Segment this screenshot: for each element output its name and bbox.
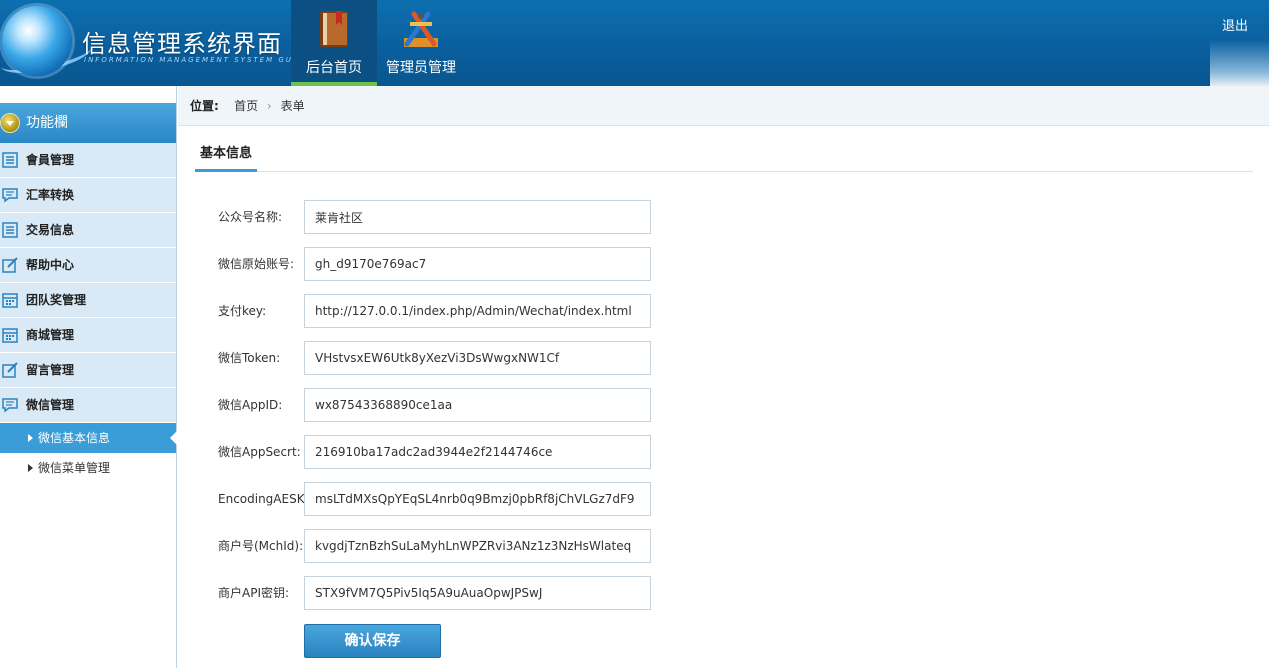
field-label: 微信Token:: [218, 351, 281, 365]
field-label: 商户号(MchId):: [218, 539, 304, 553]
mchid-input[interactable]: [304, 529, 651, 563]
caret-right-icon: [28, 464, 33, 472]
chevron-down-icon: [0, 113, 20, 133]
logout-link[interactable]: 退出: [1222, 15, 1248, 34]
field-label: 微信原始账号:: [218, 257, 295, 271]
calendar-icon: [2, 328, 18, 343]
sidebar-subitem-label: 微信基本信息: [38, 431, 111, 445]
sidebar-item-members[interactable]: 會員管理: [0, 143, 176, 178]
pay-key-input[interactable]: [304, 294, 651, 328]
sidebar-item-label: 汇率转换: [26, 188, 75, 202]
chat-icon: [2, 398, 18, 413]
field-label: 公众号名称:: [218, 210, 283, 224]
sidebar-header-label: 功能欄: [26, 115, 68, 131]
form-row-pay-key: 支付key:: [218, 294, 658, 329]
appid-input[interactable]: [304, 388, 651, 422]
sidebar-item-transactions[interactable]: 交易信息: [0, 213, 176, 248]
edit-icon: [2, 257, 18, 273]
nav-home-label: 后台首页: [306, 60, 362, 76]
list-icon: [2, 152, 18, 168]
app-subtitle: INFORMATION MANAGEMENT SYSTEM GUI: [84, 56, 297, 64]
sidebar-item-wechat[interactable]: 微信管理: [0, 388, 176, 423]
form-row-token: 微信Token:: [218, 341, 658, 376]
nav-admin-label: 管理员管理: [386, 60, 456, 76]
sidebar: 功能欄 會員管理 汇率转换 交易信息 帮助中心 团队奖管理 商城管理 留言管理 …: [0, 86, 177, 668]
field-label: EncodingAESKey:: [218, 492, 304, 506]
breadcrumb-home[interactable]: 首页: [234, 99, 258, 113]
caret-right-icon: [28, 434, 33, 442]
sidebar-subitem-wechat-menu[interactable]: 微信菜单管理: [0, 453, 176, 483]
sidebar-subitem-label: 微信菜单管理: [38, 461, 111, 475]
sidebar-item-label: 帮助中心: [26, 258, 75, 272]
sidebar-item-exchange[interactable]: 汇率转换: [0, 178, 176, 213]
calendar-icon: [2, 293, 18, 308]
form-row-appid: 微信AppID:: [218, 388, 658, 423]
list-icon: [2, 222, 18, 238]
book-icon: [320, 11, 348, 47]
sidebar-item-help[interactable]: 帮助中心: [0, 248, 176, 283]
field-label: 微信AppSecrt:: [218, 445, 301, 459]
aeskey-input[interactable]: [304, 482, 651, 516]
form-row-account-name: 公众号名称:: [218, 200, 658, 235]
sidebar-item-messages[interactable]: 留言管理: [0, 353, 176, 388]
field-label: 微信AppID:: [218, 398, 283, 412]
sidebar-item-label: 微信管理: [26, 398, 75, 412]
form-row-appsecret: 微信AppSecrt:: [218, 435, 658, 470]
tab-bar: 基本信息: [195, 141, 1253, 172]
sidebar-item-team-bonus[interactable]: 团队奖管理: [0, 283, 176, 318]
api-key-input[interactable]: [304, 576, 651, 610]
sidebar-header[interactable]: 功能欄: [0, 103, 176, 143]
sidebar-item-label: 商城管理: [26, 328, 75, 342]
field-label: 支付key:: [218, 304, 267, 318]
chat-icon: [2, 188, 18, 203]
breadcrumb-label: 位置:: [190, 99, 219, 113]
breadcrumb-form[interactable]: 表单: [281, 99, 305, 113]
token-input[interactable]: [304, 341, 651, 375]
tools-icon: [404, 11, 438, 47]
sidebar-subitem-wechat-basic[interactable]: 微信基本信息: [0, 423, 177, 453]
nav-home[interactable]: 后台首页: [291, 0, 377, 86]
top-header: 信息管理系统界面 INFORMATION MANAGEMENT SYSTEM G…: [0, 0, 1269, 86]
sidebar-item-mall[interactable]: 商城管理: [0, 318, 176, 353]
header-light-streak: [1210, 40, 1269, 86]
logo-globe-icon: [2, 6, 72, 76]
field-label: 商户API密钥:: [218, 586, 290, 600]
form-row-original-id: 微信原始账号:: [218, 247, 658, 282]
form-row-mchid: 商户号(MchId):: [218, 529, 658, 564]
account-name-input[interactable]: [304, 200, 651, 234]
original-id-input[interactable]: [304, 247, 651, 281]
appsecret-input[interactable]: [304, 435, 651, 469]
form-row-api-key: 商户API密钥:: [218, 576, 658, 611]
nav-admin[interactable]: 管理员管理: [377, 0, 465, 86]
sidebar-item-label: 留言管理: [26, 363, 75, 377]
sidebar-item-label: 交易信息: [26, 223, 75, 237]
edit-icon: [2, 362, 18, 378]
breadcrumb-separator-icon: ›: [266, 99, 272, 113]
sidebar-item-label: 會員管理: [26, 153, 75, 167]
app-title: 信息管理系统界面: [82, 30, 282, 58]
tab-basic-info[interactable]: 基本信息: [195, 141, 257, 172]
breadcrumb: 位置: 首页 › 表单: [178, 86, 1269, 126]
form-row-aeskey: EncodingAESKey:: [218, 482, 658, 517]
save-button[interactable]: 确认保存: [304, 624, 441, 658]
sidebar-item-label: 团队奖管理: [26, 293, 87, 307]
